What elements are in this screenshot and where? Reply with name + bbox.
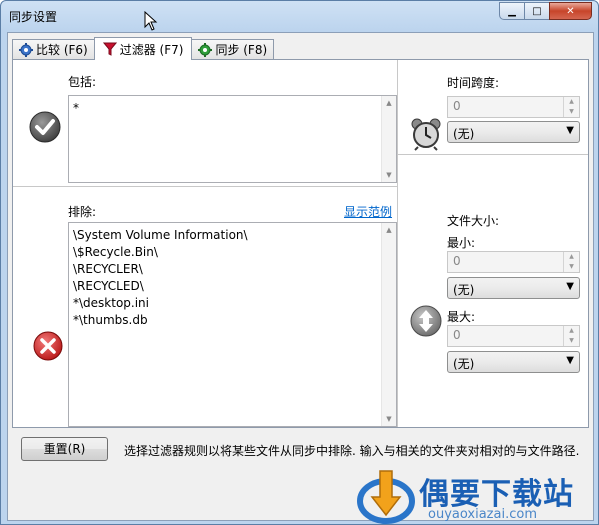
watermark-url: ouyaoxiazai.com: [428, 507, 537, 522]
filter-panel: 包括: * ▲ ▼ 排除: 显示范例 \System Volume Inform…: [12, 59, 589, 428]
filesize-max-unit: (无): [453, 357, 475, 371]
watermark-logo-icon: [357, 470, 415, 524]
filter-hint-text: 选择过滤器规则以将某些文件从同步中排除. 输入与相关的文件夹对相对的与文件路径.: [124, 444, 580, 458]
tab-compare[interactable]: 比较 (F6): [12, 39, 95, 59]
scroll-down-icon[interactable]: ▼: [382, 412, 396, 426]
include-textarea[interactable]: * ▲ ▼: [68, 95, 397, 183]
exclude-line: \RECYCLED\: [73, 279, 144, 293]
maximize-icon: □: [532, 5, 542, 17]
maximize-button[interactable]: □: [524, 2, 550, 20]
filesize-max-label: 最大:: [447, 310, 476, 324]
sync-gear-icon: [198, 42, 213, 57]
filesize-label: 文件大小:: [447, 214, 500, 228]
tab-filter-label: 过滤器 (F7): [119, 42, 184, 57]
reset-button[interactable]: 重置(R): [21, 437, 108, 461]
scroll-up-icon[interactable]: ▲: [382, 96, 396, 110]
minimize-button[interactable]: ▁: [499, 2, 525, 20]
filesize-max-unit-select[interactable]: (无) ▼: [447, 351, 580, 373]
mouse-cursor-icon: [144, 11, 158, 31]
minimize-icon: ▁: [508, 5, 516, 17]
exclude-line: *\desktop.ini: [73, 296, 149, 310]
scroll-down-icon[interactable]: ▼: [382, 168, 396, 182]
checkmark-icon: [29, 111, 61, 143]
include-label: 包括:: [68, 75, 97, 89]
filesize-min-label: 最小:: [447, 236, 476, 250]
tab-compare-label: 比较 (F6): [36, 43, 88, 57]
filesize-max-spin-arrows[interactable]: ▲ ▼: [563, 326, 579, 346]
exclude-line: *\thumbs.db: [73, 313, 148, 327]
exclude-label: 排除:: [68, 205, 97, 219]
filesize-min-spinner[interactable]: 0 ▲ ▼: [447, 251, 580, 273]
gear-icon: [19, 42, 33, 57]
chevron-down-icon: ▼: [566, 125, 574, 136]
filesize-min-spin-arrows[interactable]: ▲ ▼: [563, 252, 579, 272]
filesize-min-unit-select[interactable]: (无) ▼: [447, 277, 580, 299]
error-x-icon: [33, 331, 63, 361]
title-bar: 同步设置 ▁ □ ✕: [1, 1, 598, 31]
settings-window: 同步设置 ▁ □ ✕ 比较 (F6) 过滤器 (F7) 同步 (F8) 包括: …: [0, 0, 599, 525]
exclude-scrollbar[interactable]: ▲ ▼: [381, 223, 396, 426]
timespan-value: 0: [453, 99, 461, 113]
tab-sync-label: 同步 (F8): [215, 43, 268, 57]
chevron-down-icon: ▼: [566, 281, 574, 292]
exclude-textarea[interactable]: \System Volume Information\ \$Recycle.Bin…: [68, 222, 397, 427]
close-icon: ✕: [566, 5, 575, 17]
alarm-clock-icon: [411, 118, 441, 151]
chevron-down-icon: ▼: [566, 355, 574, 366]
caption-buttons: ▁ □ ✕: [499, 2, 592, 20]
timespan-label: 时间跨度:: [447, 76, 500, 90]
left-divider: [13, 186, 397, 187]
right-divider: [398, 154, 588, 155]
watermark: 偶要下载站 ouyaoxiazai.com: [356, 467, 598, 524]
exclude-line: \$Recycle.Bin\: [73, 245, 158, 259]
window-title: 同步设置: [9, 10, 58, 24]
timespan-spin-arrows[interactable]: ▲ ▼: [563, 97, 579, 117]
funnel-icon: [102, 42, 117, 56]
filesize-min-unit: (无): [453, 283, 475, 297]
updown-arrows-icon: [410, 305, 442, 337]
close-button[interactable]: ✕: [549, 2, 592, 20]
scroll-up-icon[interactable]: ▲: [382, 223, 396, 237]
timespan-spinner[interactable]: 0 ▲ ▼: [447, 96, 580, 118]
filesize-max-spinner[interactable]: 0 ▲ ▼: [447, 325, 580, 347]
include-scrollbar[interactable]: ▲ ▼: [381, 96, 396, 182]
exclude-line: \RECYCLER\: [73, 262, 143, 276]
tab-filter[interactable]: 过滤器 (F7): [93, 37, 193, 60]
exclude-line: \System Volume Information\: [73, 228, 248, 242]
tab-strip: 比较 (F6) 过滤器 (F7) 同步 (F8): [12, 37, 275, 60]
timespan-unit: (无): [453, 127, 475, 141]
filesize-max-value: 0: [453, 328, 461, 342]
timespan-unit-select[interactable]: (无) ▼: [447, 121, 580, 143]
tab-sync[interactable]: 同步 (F8): [191, 39, 275, 59]
exclude-lines: \System Volume Information\ \$Recycle.Bin…: [73, 227, 248, 329]
filesize-min-value: 0: [453, 254, 461, 268]
include-value: *: [73, 101, 79, 115]
client-area: 比较 (F6) 过滤器 (F7) 同步 (F8) 包括: * ▲ ▼ 排除: 显…: [7, 32, 594, 521]
vertical-divider: [397, 60, 398, 427]
show-example-link[interactable]: 显示范例: [344, 203, 392, 220]
